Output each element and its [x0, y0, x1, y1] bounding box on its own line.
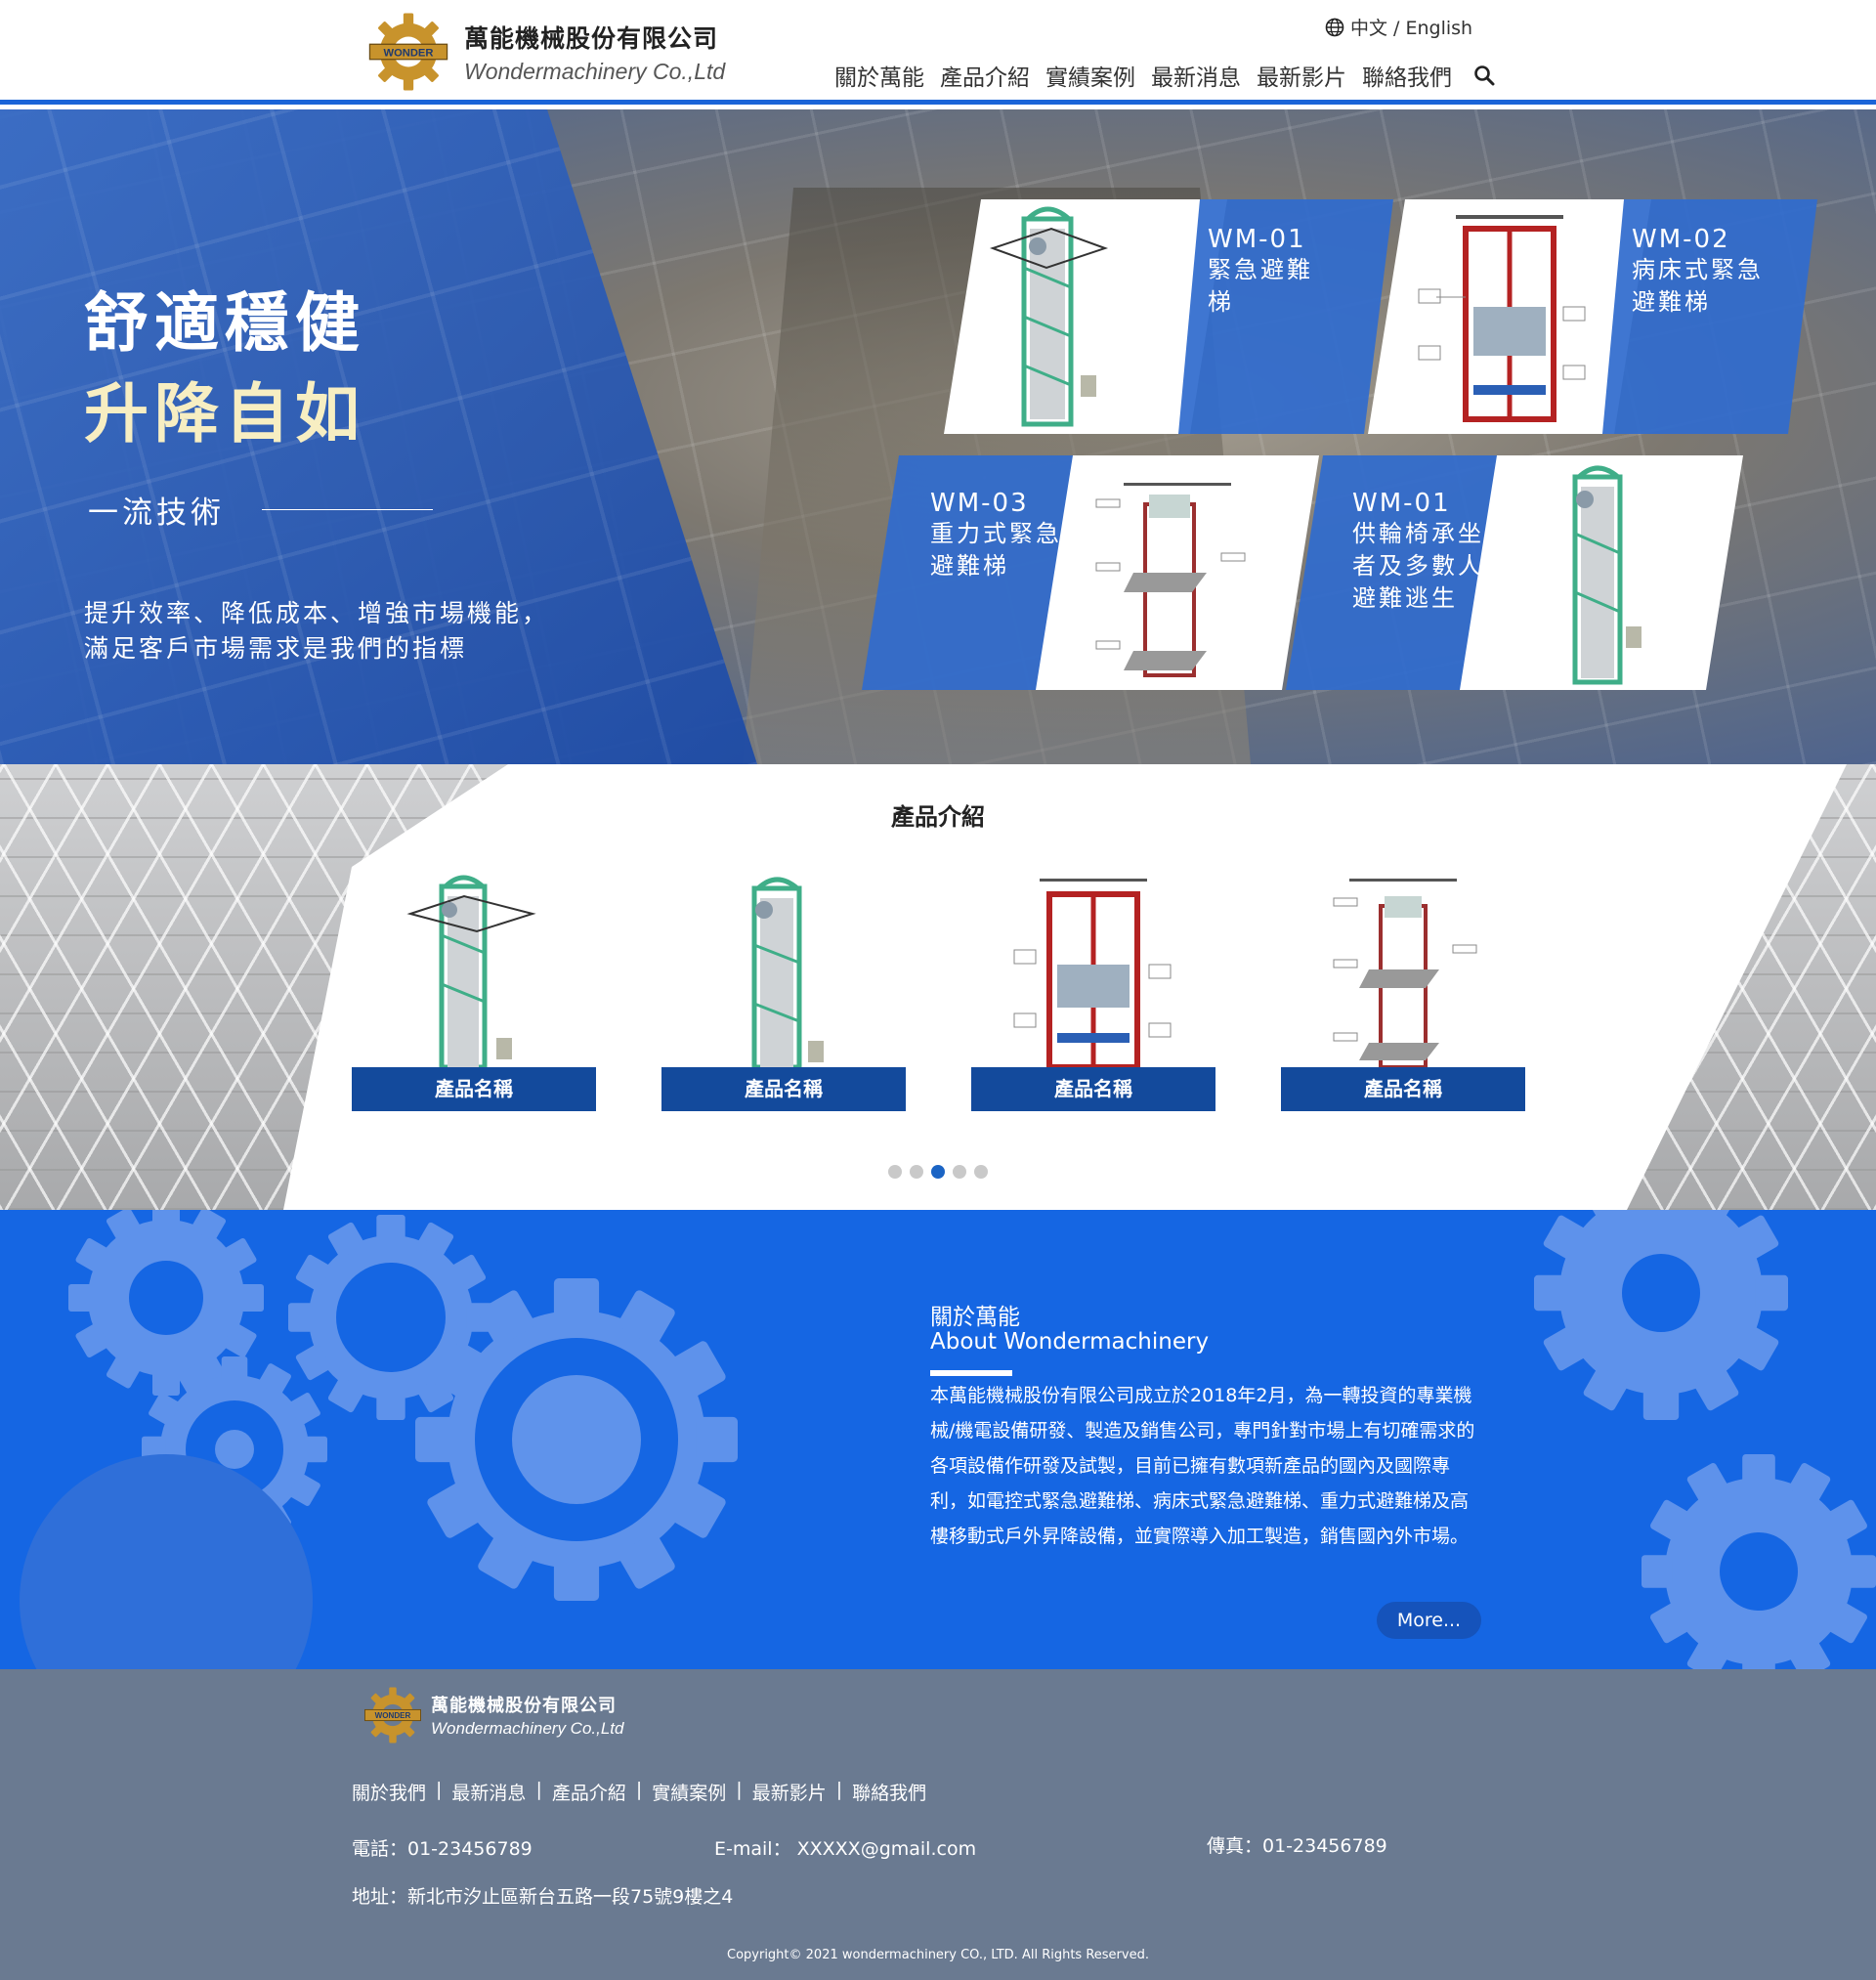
footer-brand-cn: 萬能機械股份有限公司 — [431, 1696, 617, 1716]
hero-card-code: WM-01 — [1208, 225, 1306, 254]
footer-link-news[interactable]: 最新消息 — [451, 1779, 526, 1805]
about-section: 關於萬能 About Wondermachinery 本萬能機械股份有限公司成立… — [0, 1210, 1876, 1669]
product-thumbnail — [971, 867, 1215, 1067]
green-elevator-illustration-icon — [1572, 465, 1642, 685]
globe-icon — [1325, 18, 1344, 36]
footer-links: 關於我們 | 最新消息 | 產品介紹 | 實績案例 | 最新影片 | 聯絡我們 — [352, 1779, 926, 1805]
nav-about[interactable]: 關於萬能 — [834, 59, 924, 92]
product-item[interactable]: 產品名稱 — [971, 867, 1215, 1111]
nav-videos[interactable]: 最新影片 — [1257, 59, 1346, 92]
footer-phone: 電話：01-23456789 — [352, 1838, 533, 1860]
product-name: 產品名稱 — [1281, 1067, 1525, 1111]
footer-fax: 傳真：01-23456789 — [1207, 1835, 1387, 1857]
about-text: 本萬能機械股份有限公司成立於2018年2月，為一轉投資的專業機械/機電設備研發、… — [930, 1385, 1475, 1547]
product-name: 產品名稱 — [352, 1067, 596, 1111]
hero-card-name: 供輪椅承坐者及多數人避難逃生 — [1352, 520, 1484, 612]
copyright-text: Copyright© 2021 wondermachinery CO., LTD… — [727, 1948, 1149, 1962]
carousel-dot[interactable] — [888, 1165, 902, 1179]
hero-card-code: WM-01 — [1352, 489, 1451, 518]
site-logo[interactable]: WONDER 萬能機械股份有限公司 Wondermachinery Co.,Lt… — [366, 10, 725, 94]
logo-wordmark: WONDER — [384, 47, 434, 59]
footer-link-contact[interactable]: 聯絡我們 — [852, 1779, 926, 1805]
hero-card-code: WM-03 — [930, 489, 1029, 518]
hero-description: 提升效率、降低成本、增強市場機能， 滿足客戶市場需求是我們的指標 — [84, 596, 549, 667]
product-item[interactable]: 產品名稱 — [352, 867, 596, 1111]
hero-desc-line2: 滿足客戶市場需求是我們的指標 — [84, 634, 468, 663]
hero-product-card-4[interactable]: WM-01 供輪椅承坐者及多數人避難逃生 — [1286, 455, 1876, 690]
hero-product-card-2[interactable]: WM-02 病床式緊急避難梯 — [1368, 199, 1876, 434]
about-title-cn: 關於萬能 — [930, 1305, 1020, 1330]
wonder-gear-logo-icon: WONDER — [364, 1687, 421, 1743]
search-icon[interactable] — [1473, 65, 1495, 86]
brand-text: 萬能機械股份有限公司 Wondermachinery Co.,Ltd — [464, 20, 725, 85]
product-thumbnail — [661, 867, 906, 1067]
hero-title-line1: 舒適穩健 — [84, 285, 365, 361]
product-item[interactable]: 產品名稱 — [1281, 867, 1525, 1111]
language-label: 中文 / English — [1350, 18, 1473, 39]
footer-link-videos[interactable]: 最新影片 — [752, 1779, 827, 1805]
carousel-dots — [0, 1165, 1876, 1179]
footer-link-separator: | — [535, 1779, 542, 1800]
carousel-dot[interactable] — [931, 1165, 945, 1179]
hero-card-label: WM-02 病床式緊急避難梯 — [1602, 199, 1817, 434]
hero-card-label: WM-01 緊急避難梯 — [1178, 199, 1393, 434]
site-footer: WONDER 萬能機械股份有限公司 Wondermachinery Co.,Lt… — [0, 1669, 1876, 1980]
hero-subtitle-text: 一流技術 — [88, 495, 225, 531]
hero-card-name: 病床式緊急避難梯 — [1632, 256, 1764, 316]
footer-link-separator: | — [635, 1779, 643, 1800]
more-button[interactable]: More... — [1377, 1602, 1481, 1639]
footer-link-separator: | — [736, 1779, 743, 1800]
brand-name-en: Wondermachinery Co.,Ltd — [464, 58, 726, 84]
nav-products[interactable]: 產品介紹 — [940, 59, 1030, 92]
hero-title-line2: 升降自如 — [84, 376, 365, 452]
about-title-underline — [930, 1370, 1012, 1376]
footer-brand-text: 萬能機械股份有限公司 Wondermachinery Co.,Ltd — [431, 1692, 623, 1739]
carousel-dot[interactable] — [974, 1165, 988, 1179]
hero-banner: 舒適穩健 升降自如 一流技術 提升效率、降低成本、增強市場機能， 滿足客戶市場需… — [0, 109, 1876, 764]
hero-card-name: 緊急避難梯 — [1208, 256, 1313, 316]
wonder-gear-logo-icon: WONDER — [368, 13, 448, 91]
nav-cases[interactable]: 實績案例 — [1045, 59, 1135, 92]
carousel-dot[interactable] — [910, 1165, 923, 1179]
gravity-elevator-illustration-icon — [1095, 483, 1246, 677]
brand-name-cn: 萬能機械股份有限公司 — [464, 23, 719, 53]
hero-subtitle: 一流技術 — [88, 488, 433, 532]
main-nav: 關於萬能 產品介紹 實績案例 最新消息 最新影片 聯絡我們 — [834, 59, 1495, 92]
product-item[interactable]: 產品名稱 — [661, 867, 906, 1111]
product-name: 產品名稱 — [661, 1067, 906, 1111]
hero-card-image — [1460, 455, 1743, 690]
hero-card-name: 重力式緊急避難梯 — [930, 520, 1062, 580]
hero-title: 舒適穩健 升降自如 — [84, 278, 365, 459]
footer-link-about[interactable]: 關於我們 — [352, 1779, 426, 1805]
footer-brand-en: Wondermachinery Co.,Ltd — [431, 1719, 624, 1738]
product-thumbnail — [1281, 867, 1525, 1067]
footer-link-cases[interactable]: 實績案例 — [652, 1779, 726, 1805]
green-elevator-illustration-icon — [406, 875, 536, 1067]
products-section: 產品介紹 產品名稱 產品名稱 產品名稱 產品名稱 — [0, 764, 1876, 1210]
product-name: 產品名稱 — [971, 1067, 1215, 1111]
language-switcher[interactable]: 中文 / English — [1325, 14, 1472, 40]
product-thumbnail — [352, 867, 596, 1067]
hero-subtitle-divider — [262, 509, 433, 510]
site-header: WONDER 萬能機械股份有限公司 Wondermachinery Co.,Lt… — [0, 0, 1876, 105]
nav-contact[interactable]: 聯絡我們 — [1362, 59, 1452, 92]
about-title-en: About Wondermachinery — [930, 1329, 1210, 1355]
nav-news[interactable]: 最新消息 — [1151, 59, 1241, 92]
carousel-dot[interactable] — [953, 1165, 966, 1179]
footer-link-separator: | — [436, 1779, 443, 1800]
footer-link-separator: | — [835, 1779, 843, 1800]
gravity-elevator-illustration-icon — [1333, 879, 1477, 1067]
footer-email[interactable]: E-mail： XXXXX@gmail.com — [714, 1834, 976, 1861]
hero-card-image — [1036, 455, 1319, 690]
footer-link-products[interactable]: 產品介紹 — [552, 1779, 626, 1805]
red-elevator-illustration-icon — [1013, 879, 1172, 1067]
products-heading: 產品介紹 — [891, 803, 985, 831]
logo-wordmark: WONDER — [375, 1711, 411, 1720]
hero-desc-line1: 提升效率、降低成本、增強市場機能， — [84, 599, 550, 627]
hero-card-code: WM-02 — [1632, 225, 1730, 254]
green-elevator-illustration-icon — [751, 877, 824, 1067]
footer-address: 地址：新北市汐止區新台五路一段75號9樓之4 — [352, 1886, 734, 1908]
footer-logo[interactable]: WONDER 萬能機械股份有限公司 Wondermachinery Co.,Lt… — [362, 1685, 623, 1745]
